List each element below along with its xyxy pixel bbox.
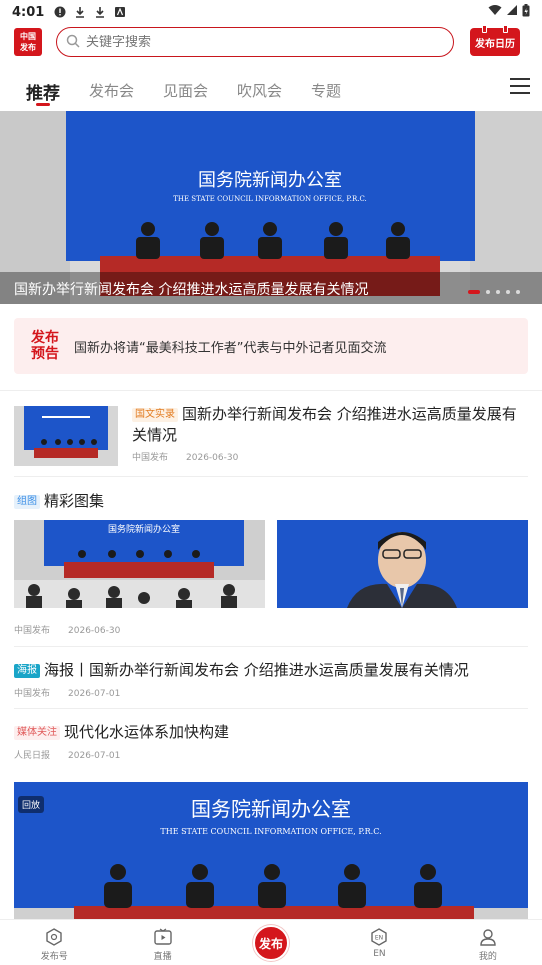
video-thumbnail: 国务院新闻办公室 THE STATE COUNCIL INFORMATION O…: [14, 782, 528, 922]
download-icon: [94, 6, 106, 18]
category-badge: 海报: [14, 664, 40, 678]
gallery-image[interactable]: 国务院新闻办公室: [14, 520, 265, 608]
release-preview-text: 国新办将请“最美科技工作者”代表与中外记者见面交流: [74, 340, 387, 356]
carousel-dot-active: [468, 290, 480, 294]
search-icon: [66, 33, 80, 52]
download-icon: [74, 6, 86, 18]
en-icon: EN: [371, 928, 388, 946]
news-item[interactable]: 媒体关注 现代化水运体系加快构建 人民日报 2026-07-01: [14, 722, 528, 761]
release-preview-banner[interactable]: 发布 预告 国新办将请“最美科技工作者”代表与中外记者见面交流: [14, 318, 528, 374]
gallery-title-text: 精彩图集: [44, 492, 105, 510]
carousel-dot: [486, 290, 490, 294]
news-date: 2026-07-01: [68, 751, 121, 761]
tag-line-1: 发布: [31, 330, 59, 346]
carousel-dot: [496, 290, 500, 294]
news-item[interactable]: 海报 海报丨国新办举行新闻发布会 介绍推进水运高质量发展有关情况 中国发布 2026…: [14, 660, 528, 699]
app-header: 中国 发布 发布日历: [0, 24, 542, 60]
search-input[interactable]: [86, 34, 416, 50]
nav-label: 发布号: [40, 952, 68, 962]
news-title: 国文实录 国新办举行新闻发布会 介绍推进水运高质量发展有关情况: [132, 404, 528, 446]
bottom-navigation: 发布号 直播 发布 EN EN 我的: [0, 919, 542, 965]
divider: [14, 476, 528, 477]
logo-text-bottom: 发布: [20, 43, 36, 52]
menu-icon[interactable]: [510, 78, 530, 94]
news-source: 人民日报: [14, 751, 51, 761]
nav-english[interactable]: EN EN: [325, 920, 433, 965]
news-title-text: 现代化水运体系加快构建: [64, 723, 230, 741]
app-logo[interactable]: 中国 发布: [14, 28, 42, 56]
app-notification-icon: [114, 6, 126, 18]
news-source: 中国发布: [14, 689, 51, 699]
news-meta: 中国发布 2026-07-01: [14, 686, 528, 699]
news-title-text: 海报丨国新办举行新闻发布会 介绍推进水运高质量发展有关情况: [44, 661, 469, 679]
carousel-dot: [506, 290, 510, 294]
divider: [14, 646, 528, 647]
category-badge: 国文实录: [132, 408, 178, 422]
alert-icon: [54, 6, 66, 18]
replay-video[interactable]: 国务院新闻办公室 THE STATE COUNCIL INFORMATION O…: [14, 782, 528, 922]
hexagon-icon: [46, 928, 62, 946]
news-item[interactable]: 国文实录 国新办举行新闻发布会 介绍推进水运高质量发展有关情况 中国发布 2026-…: [14, 404, 528, 468]
gallery-title[interactable]: 组图 精彩图集: [14, 490, 104, 511]
gallery-backdrop-title: 国务院新闻办公室: [108, 523, 180, 535]
svg-text:EN: EN: [375, 935, 383, 942]
wifi-icon: [488, 4, 502, 20]
release-preview-tag: 发布 预告: [28, 330, 62, 362]
news-meta: 中国发布 2026-06-30: [132, 450, 238, 463]
photo-gallery: 国务院新闻办公室: [14, 520, 528, 608]
category-badge: 组图: [14, 495, 40, 509]
nav-label: 直播: [153, 952, 172, 962]
hero-carousel[interactable]: 国务院新闻办公室 THE STATE COUNCIL INFORMATION O…: [0, 111, 542, 304]
tab-press-conference[interactable]: 发布会: [89, 70, 134, 108]
gallery-image[interactable]: [277, 520, 528, 608]
carousel-dot: [516, 290, 520, 294]
hero-caption: 国新办举行新闻发布会 介绍推进水运高质量发展有关情况: [0, 272, 542, 304]
news-thumbnail: [14, 406, 118, 466]
news-source: 中国发布: [14, 626, 51, 636]
release-calendar-button[interactable]: 发布日历: [470, 25, 520, 56]
video-backdrop-title: 国务院新闻办公室: [191, 797, 351, 821]
nav-publisher[interactable]: 发布号: [0, 920, 108, 965]
battery-icon: [522, 3, 530, 21]
replay-badge: 回放: [18, 796, 45, 813]
news-title-text: 国新办举行新闻发布会 介绍推进水运高质量发展有关情况: [132, 405, 517, 444]
gallery-meta: 中国发布 2026-06-30: [14, 623, 120, 636]
nav-label: EN: [373, 949, 386, 959]
backdrop-title: 国务院新闻办公室: [198, 170, 342, 191]
news-date: 2026-06-30: [68, 626, 121, 636]
status-time: 4:01: [12, 4, 45, 20]
publish-icon: 发布: [253, 925, 290, 961]
news-source: 中国发布: [132, 453, 169, 463]
divider: [14, 708, 528, 709]
tag-line-2: 预告: [31, 346, 59, 362]
tab-meeting[interactable]: 见面会: [163, 70, 208, 108]
category-tabs: 推荐 发布会 见面会 吹风会 专题: [0, 70, 542, 108]
status-bar: 4:01: [0, 0, 542, 24]
nav-live[interactable]: 直播: [108, 920, 216, 965]
tab-special[interactable]: 专题: [311, 70, 341, 108]
logo-text-top: 中国: [20, 32, 36, 41]
news-date: 2026-06-30: [186, 453, 239, 463]
nav-publish[interactable]: 发布: [217, 920, 325, 965]
divider: [0, 390, 542, 391]
news-meta: 人民日报 2026-07-01: [14, 748, 528, 761]
nav-label: 我的: [478, 952, 497, 962]
backdrop-subtitle: THE STATE COUNCIL INFORMATION OFFICE, P.…: [173, 195, 367, 203]
tab-recommend[interactable]: 推荐: [26, 70, 60, 108]
category-badge: 媒体关注: [14, 726, 60, 740]
news-title: 海报 海报丨国新办举行新闻发布会 介绍推进水运高质量发展有关情况: [14, 660, 528, 680]
tab-briefing[interactable]: 吹风会: [237, 70, 282, 108]
video-backdrop-subtitle: THE STATE COUNCIL INFORMATION OFFICE, P.…: [160, 827, 381, 836]
person-icon: [480, 929, 496, 946]
carousel-indicator: [468, 290, 520, 294]
news-date: 2026-07-01: [68, 689, 121, 699]
signal-icon: [506, 4, 518, 20]
nav-profile[interactable]: 我的: [434, 920, 542, 965]
search-bar[interactable]: [56, 27, 454, 57]
news-title: 媒体关注 现代化水运体系加快构建: [14, 722, 528, 742]
tv-icon: [153, 928, 172, 945]
